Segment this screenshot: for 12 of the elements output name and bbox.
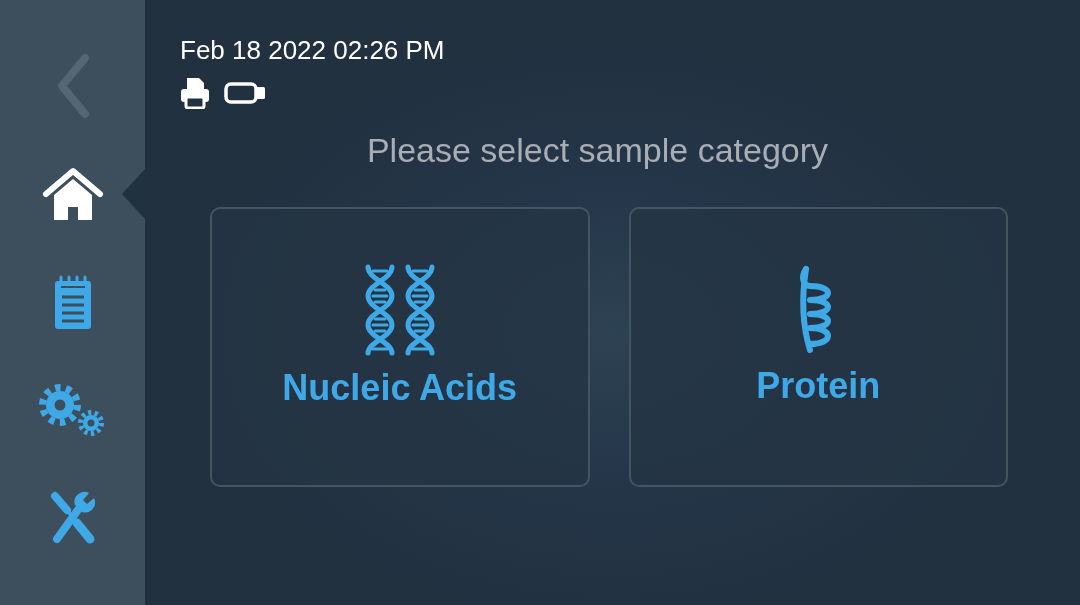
category-card[interactable]: Nucleic Acids: [210, 207, 590, 487]
notes-button[interactable]: [52, 274, 93, 330]
prompt-heading: Please select sample category: [366, 130, 829, 171]
printer-icon: [180, 77, 210, 109]
notepad-icon: [52, 274, 93, 330]
date-time-text: Feb 18 2022 02:26 PM: [180, 34, 445, 67]
category-card[interactable]: Protein: [628, 207, 1008, 487]
tools-button[interactable]: [48, 490, 97, 546]
home-icon: [41, 166, 104, 222]
usb-drive-icon: [224, 82, 266, 104]
wrench-screwdriver-icon: [48, 490, 97, 546]
home-button[interactable]: [41, 166, 104, 222]
